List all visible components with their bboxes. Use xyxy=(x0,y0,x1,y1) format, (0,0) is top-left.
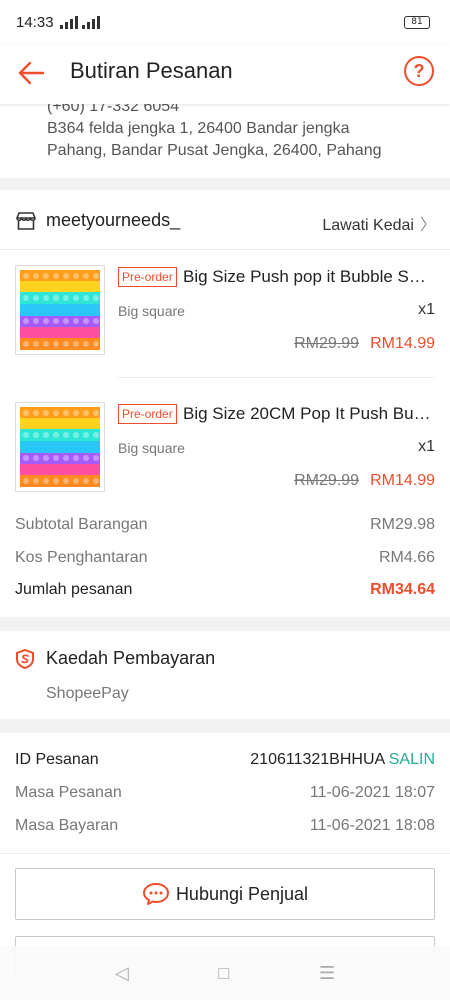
system-nav-bar: ◁ □ ☰ xyxy=(0,946,450,1000)
arrow-left-icon xyxy=(18,61,45,85)
product-variant: Big square xyxy=(118,440,185,456)
original-price: RM29.99 xyxy=(294,472,359,489)
order-id-label: ID Pesanan xyxy=(15,751,99,768)
product-variant: Big square xyxy=(118,303,185,319)
product-name: Big Size Push pop it Bubble Sensory Toy xyxy=(183,267,435,286)
pop-it-image xyxy=(20,407,100,487)
contact-seller-label: Hubungi Penjual xyxy=(175,883,309,904)
shield-icon xyxy=(16,649,34,669)
subtotal-label: Subtotal Barangan xyxy=(15,516,148,533)
payment-time-row: Masa Bayaran 11-06-2021 18:08 xyxy=(15,817,435,835)
battery-level: 81 xyxy=(411,17,423,27)
payment-method: ShopeePay xyxy=(46,685,129,702)
visit-shop-label: Lawati Kedai xyxy=(322,217,414,234)
preorder-badge: Pre-order xyxy=(118,404,177,424)
section-divider xyxy=(0,853,450,854)
payment-time-value: 11-06-2021 18:08 xyxy=(309,817,435,834)
sale-price: RM14.99 xyxy=(370,335,435,352)
pop-it-image xyxy=(20,270,100,350)
subtotal-value: RM29.98 xyxy=(370,516,435,533)
chat-icon xyxy=(142,883,169,905)
order-time-value: 11-06-2021 18:07 xyxy=(309,784,435,801)
product-quantity: x1 xyxy=(418,438,435,455)
app-header: Butiran Pesanan ? xyxy=(0,44,450,104)
address-line-1: B364 felda jengka 1, 26400 Bandar jengka xyxy=(47,120,350,137)
help-button[interactable]: ? xyxy=(404,56,434,86)
product-thumbnail xyxy=(15,402,105,492)
preorder-badge: Pre-order xyxy=(118,267,177,287)
shop-header: meetyourneeds_ Lawati Kedai 〉 xyxy=(0,190,450,250)
contact-seller-button[interactable]: Hubungi Penjual xyxy=(15,868,435,920)
shipping-label: Kos Penghantaran xyxy=(15,549,148,566)
shipping-value: RM4.66 xyxy=(378,549,435,566)
order-item[interactable]: Pre-order Big Size 20CM Pop It Push Bubb… xyxy=(15,402,435,522)
address-phone: (+60) 17-332 6054 xyxy=(47,104,180,115)
copy-button[interactable]: SALIN xyxy=(389,751,435,768)
chevron-right-icon: 〉 xyxy=(419,217,436,234)
shop-name: meetyourneeds_ xyxy=(46,210,181,230)
shop-section: meetyourneeds_ Lawati Kedai 〉 Pre-order … xyxy=(0,190,450,617)
battery-icon: 81 xyxy=(404,16,430,29)
item-divider xyxy=(118,377,435,378)
original-price: RM29.99 xyxy=(294,335,359,352)
nav-back-icon[interactable]: ◁ xyxy=(115,963,129,984)
address-section: (+60) 17-332 6054 B364 felda jengka 1, 2… xyxy=(0,104,450,178)
order-time-label: Masa Pesanan xyxy=(15,784,122,801)
address-line-2: Pahang, Bandar Pusat Jengka, 26400, Paha… xyxy=(47,142,382,159)
product-quantity: x1 xyxy=(418,301,435,318)
status-time: 14:33 xyxy=(16,13,54,31)
signal-icon-2 xyxy=(81,15,100,29)
product-name: Big Size 20CM Pop It Push Bubble Toy xyxy=(183,404,435,423)
order-id-value: 210611321BHHUA xyxy=(250,751,385,768)
product-thumbnail xyxy=(15,265,105,355)
total-label: Jumlah pesanan xyxy=(15,581,133,598)
back-button[interactable] xyxy=(16,58,46,88)
nav-home-icon[interactable]: □ xyxy=(218,963,229,984)
signal-icon xyxy=(59,15,78,29)
payment-section: Kaedah Pembayaran ShopeePay xyxy=(0,631,450,719)
sale-price: RM14.99 xyxy=(370,472,435,489)
payment-title: Kaedah Pembayaran xyxy=(46,648,216,668)
order-item[interactable]: Pre-order Big Size Push pop it Bubble Se… xyxy=(15,265,435,385)
order-id-row: ID Pesanan 210611321BHHUA SALIN xyxy=(15,751,435,769)
order-time-row: Masa Pesanan 11-06-2021 18:07 xyxy=(15,784,435,802)
visit-shop-link[interactable]: Lawati Kedai 〉 xyxy=(322,211,436,235)
status-bar: 14:33 81 xyxy=(0,0,450,44)
shop-icon xyxy=(16,212,36,230)
payment-time-label: Masa Bayaran xyxy=(15,817,119,834)
total-value: RM34.64 xyxy=(370,581,435,598)
nav-menu-icon[interactable]: ☰ xyxy=(319,963,335,984)
total-row: Jumlah pesanan RM34.64 xyxy=(15,581,435,599)
page-title: Butiran Pesanan xyxy=(70,58,233,83)
shipping-row: Kos Penghantaran RM4.66 xyxy=(15,549,435,567)
subtotal-row: Subtotal Barangan RM29.98 xyxy=(15,516,435,534)
